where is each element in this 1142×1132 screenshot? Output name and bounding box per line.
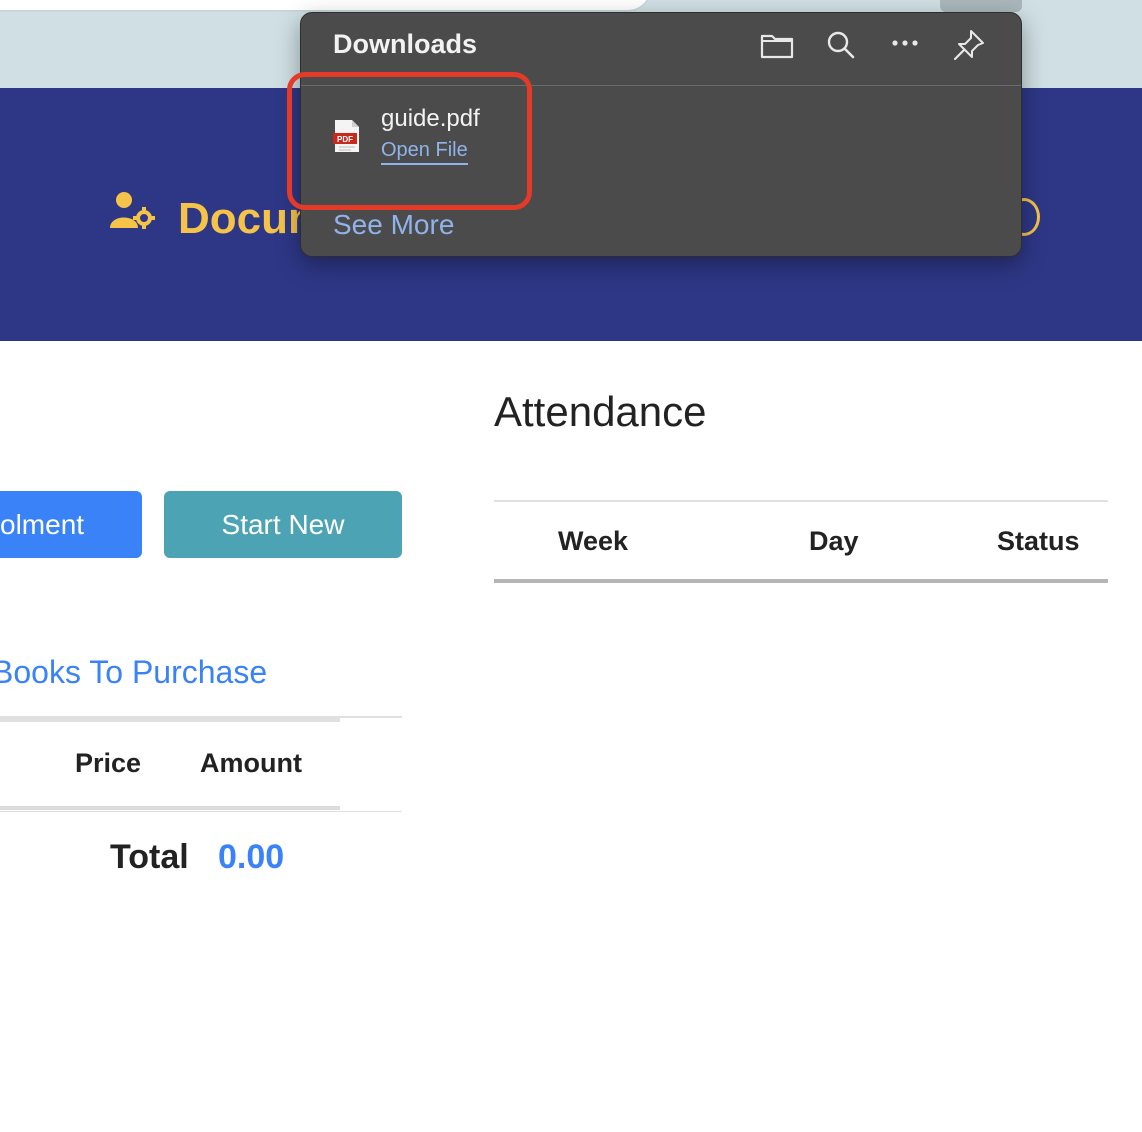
books-table-header-bottom (0, 806, 340, 810)
attendance-col-day: Day (809, 526, 859, 556)
pdf-icon-label: PDF (337, 135, 353, 144)
address-bar[interactable] (0, 0, 650, 10)
total-label: Total (110, 838, 189, 876)
books-col-price: Price (75, 748, 142, 778)
open-file-link[interactable]: Open File (381, 139, 468, 165)
enrollment-button[interactable]: olment (0, 491, 142, 558)
pin-icon[interactable] (949, 27, 989, 63)
search-icon[interactable] (821, 27, 861, 63)
attendance-col-week: Week (558, 526, 629, 556)
pdf-file-icon: PDF (333, 120, 359, 152)
start-new-button[interactable]: Start New (164, 491, 402, 558)
downloads-title: Downloads (333, 29, 478, 59)
folder-icon[interactable] (757, 27, 797, 63)
books-table-header-shade (0, 718, 340, 722)
toolbar-button[interactable] (940, 0, 1022, 12)
see-more-link[interactable]: See More (333, 209, 454, 241)
total-value: 0.00 (218, 838, 285, 876)
user-gear-icon (110, 192, 155, 229)
books-to-purchase-link[interactable]: Books To Purchase (0, 654, 267, 691)
books-table-divider (0, 811, 402, 812)
attendance-col-status: Status (997, 526, 1080, 556)
books-col-amount: Amount (200, 748, 302, 778)
downloads-panel: Downloads PDF guide.pdf Open File See Mo… (300, 12, 1022, 257)
more-icon[interactable] (885, 27, 925, 63)
attendance-table-top-border (494, 500, 1108, 502)
download-file-name: guide.pdf (381, 105, 480, 132)
downloads-separator (301, 85, 1021, 86)
attendance-table-header-bottom (494, 579, 1108, 583)
attendance-title: Attendance (494, 388, 707, 435)
